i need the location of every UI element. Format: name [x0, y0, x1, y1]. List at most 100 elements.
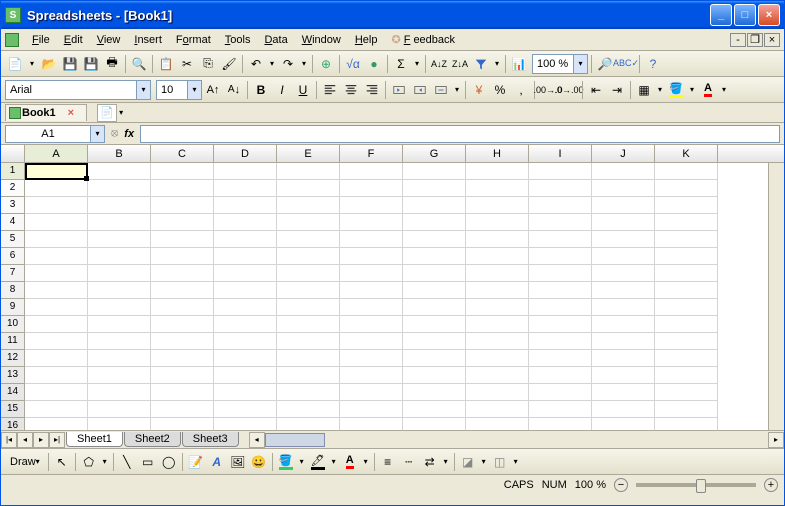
- draw-menu-button[interactable]: Draw ▾: [5, 452, 45, 472]
- cell[interactable]: [655, 282, 718, 299]
- cell[interactable]: [529, 163, 592, 180]
- align-left-button[interactable]: [320, 80, 340, 100]
- cell[interactable]: [277, 384, 340, 401]
- cell[interactable]: [151, 180, 214, 197]
- menu-feedback[interactable]: ✪Feedback: [384, 31, 462, 48]
- cell[interactable]: [592, 282, 655, 299]
- autoshapes-dropdown[interactable]: ▾: [100, 452, 110, 472]
- cell[interactable]: [88, 333, 151, 350]
- fx-icon[interactable]: fx: [124, 128, 134, 140]
- cell[interactable]: [25, 418, 88, 430]
- cell[interactable]: [403, 265, 466, 282]
- menu-file[interactable]: File: [25, 32, 57, 48]
- cell[interactable]: [151, 282, 214, 299]
- textbox-button[interactable]: 📝: [186, 452, 206, 472]
- font-color-dropdown[interactable]: ▾: [719, 80, 729, 100]
- cell[interactable]: [655, 180, 718, 197]
- mdi-minimize-button[interactable]: -: [730, 33, 746, 47]
- row-header[interactable]: 5: [1, 231, 24, 248]
- cell[interactable]: [214, 282, 277, 299]
- chart-button[interactable]: 📊: [509, 54, 529, 74]
- percent-button[interactable]: %: [490, 80, 510, 100]
- cell[interactable]: [403, 384, 466, 401]
- sheet-nav-last[interactable]: ▸|: [49, 432, 65, 448]
- cell[interactable]: [466, 265, 529, 282]
- cell[interactable]: [529, 333, 592, 350]
- cell[interactable]: [403, 333, 466, 350]
- row-header[interactable]: 15: [1, 401, 24, 418]
- cells-area[interactable]: [25, 163, 784, 430]
- formula-input[interactable]: [140, 125, 780, 143]
- cell[interactable]: [403, 231, 466, 248]
- cell[interactable]: [655, 265, 718, 282]
- zoom-input[interactable]: [533, 55, 573, 73]
- new-dropdown-button[interactable]: ▾: [26, 54, 38, 74]
- cell[interactable]: [466, 163, 529, 180]
- cell[interactable]: [592, 197, 655, 214]
- cell[interactable]: [151, 333, 214, 350]
- cell[interactable]: [25, 367, 88, 384]
- cell[interactable]: [340, 316, 403, 333]
- merge-right-button[interactable]: [410, 80, 430, 100]
- cell[interactable]: [151, 197, 214, 214]
- borders-dropdown[interactable]: ▾: [655, 80, 665, 100]
- cell[interactable]: [340, 299, 403, 316]
- sort-asc-button[interactable]: A↓Z: [429, 54, 449, 74]
- cell[interactable]: [88, 180, 151, 197]
- hyperlink-button[interactable]: ⊕: [316, 54, 336, 74]
- fontsize-input[interactable]: [157, 81, 187, 99]
- cell[interactable]: [88, 418, 151, 430]
- cell[interactable]: [25, 333, 88, 350]
- cell[interactable]: [529, 401, 592, 418]
- cell[interactable]: [25, 214, 88, 231]
- decrease-indent-button[interactable]: ⇤: [586, 80, 606, 100]
- cell[interactable]: [25, 350, 88, 367]
- cell[interactable]: [529, 299, 592, 316]
- cell[interactable]: [277, 367, 340, 384]
- row-header[interactable]: 10: [1, 316, 24, 333]
- shadow-button[interactable]: ◪: [458, 452, 478, 472]
- cell[interactable]: [655, 231, 718, 248]
- cell[interactable]: [592, 384, 655, 401]
- merge-center-button[interactable]: [431, 80, 451, 100]
- cell[interactable]: [340, 248, 403, 265]
- cell[interactable]: [151, 418, 214, 430]
- cell[interactable]: [88, 316, 151, 333]
- cell[interactable]: [655, 367, 718, 384]
- cell[interactable]: [340, 401, 403, 418]
- line-button[interactable]: ╲: [117, 452, 137, 472]
- column-header[interactable]: H: [466, 145, 529, 162]
- cell[interactable]: [466, 384, 529, 401]
- increase-indent-button[interactable]: ⇥: [607, 80, 627, 100]
- cell[interactable]: [340, 197, 403, 214]
- cell[interactable]: [214, 265, 277, 282]
- row-header[interactable]: 8: [1, 282, 24, 299]
- cell[interactable]: [25, 299, 88, 316]
- cell[interactable]: [655, 350, 718, 367]
- cell[interactable]: [655, 197, 718, 214]
- cell[interactable]: [529, 180, 592, 197]
- cell[interactable]: [277, 197, 340, 214]
- menu-window[interactable]: Window: [295, 32, 348, 48]
- borders-button[interactable]: ▦: [634, 80, 654, 100]
- row-header[interactable]: 6: [1, 248, 24, 265]
- cell[interactable]: [277, 401, 340, 418]
- cell[interactable]: [340, 231, 403, 248]
- menu-help[interactable]: Help: [348, 32, 385, 48]
- font-input[interactable]: [6, 81, 136, 99]
- cell[interactable]: [25, 316, 88, 333]
- cell[interactable]: [88, 197, 151, 214]
- mdi-close-button[interactable]: ×: [764, 33, 780, 47]
- cell[interactable]: [277, 180, 340, 197]
- menu-insert[interactable]: Insert: [127, 32, 169, 48]
- cell[interactable]: [88, 163, 151, 180]
- cell[interactable]: [655, 248, 718, 265]
- cell[interactable]: [214, 180, 277, 197]
- cell[interactable]: [214, 367, 277, 384]
- undo-button[interactable]: ↶: [246, 54, 266, 74]
- column-header[interactable]: A: [25, 145, 88, 162]
- cell[interactable]: [151, 265, 214, 282]
- cell[interactable]: [340, 418, 403, 430]
- font-color-button[interactable]: A: [698, 80, 718, 100]
- cell[interactable]: [340, 282, 403, 299]
